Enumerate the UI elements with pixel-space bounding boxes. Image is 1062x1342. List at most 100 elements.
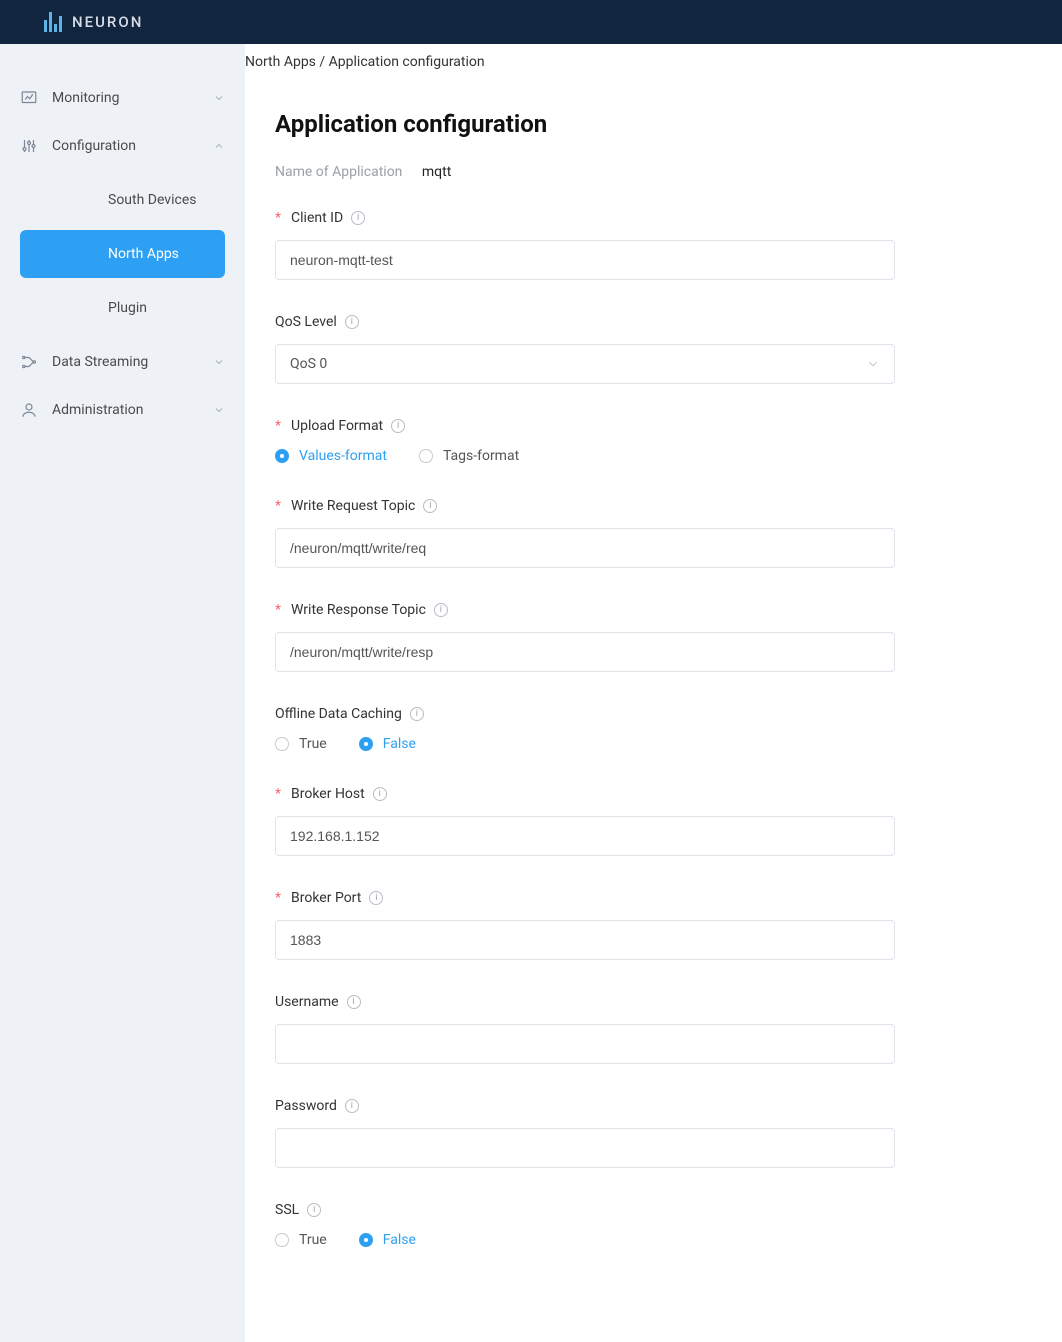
info-icon[interactable]: i [423, 499, 437, 513]
radio-label: Tags-format [443, 448, 519, 464]
sidebar-group-administration[interactable]: Administration [0, 386, 245, 434]
radio-icon [359, 737, 373, 751]
app-name-value: mqtt [422, 164, 451, 180]
sidebar-group-label: Data Streaming [52, 354, 148, 370]
write-request-input[interactable] [275, 528, 895, 568]
info-icon[interactable]: i [410, 707, 424, 721]
breadcrumb-separator: / [319, 54, 325, 70]
app-header: NEURON [0, 0, 1062, 44]
radio-label: True [299, 736, 327, 752]
radio-tags-format[interactable]: Tags-format [419, 448, 519, 464]
client-id-input[interactable] [275, 240, 895, 280]
field-label-text: Broker Port [291, 890, 361, 906]
sidebar: Monitoring Configuration South Devices N… [0, 44, 245, 1342]
field-client-id: * Client ID i [275, 210, 895, 280]
sidebar-item-label: North Apps [108, 246, 179, 262]
breadcrumb: North Apps / Application configuration [245, 44, 1062, 80]
field-label-text: Username [275, 994, 339, 1010]
logo-mark-icon [44, 12, 62, 32]
field-broker-port: * Broker Port i [275, 890, 895, 960]
radio-cache-true[interactable]: True [275, 736, 327, 752]
field-label-text: Upload Format [291, 418, 383, 434]
field-upload-format: * Upload Format i Values-format Tags-for… [275, 418, 895, 464]
info-icon[interactable]: i [434, 603, 448, 617]
content: North Apps / Application configuration A… [245, 44, 1062, 1342]
sidebar-item-plugin[interactable]: Plugin [20, 284, 225, 332]
required-mark: * [275, 602, 281, 618]
username-input[interactable] [275, 1024, 895, 1064]
radio-cache-false[interactable]: False [359, 736, 416, 752]
sidebar-item-label: South Devices [108, 192, 196, 208]
radio-label: True [299, 1232, 327, 1248]
chevron-down-icon [213, 356, 225, 368]
field-label-text: Client ID [291, 210, 343, 226]
breadcrumb-current: Application configuration [329, 54, 485, 70]
required-mark: * [275, 498, 281, 514]
field-ssl: SSL i True False [275, 1202, 895, 1248]
field-write-response-topic: * Write Response Topic i [275, 602, 895, 672]
radio-icon [419, 449, 433, 463]
chevron-down-icon [213, 92, 225, 104]
required-mark: * [275, 210, 281, 226]
info-icon[interactable]: i [345, 315, 359, 329]
info-icon[interactable]: i [351, 211, 365, 225]
app-name-label: Name of Application [275, 164, 402, 180]
user-icon [20, 401, 38, 419]
info-icon[interactable]: i [369, 891, 383, 905]
qos-select[interactable]: QoS 0 [275, 344, 895, 384]
field-offline-cache: Offline Data Caching i True False [275, 706, 895, 752]
select-value: QoS 0 [290, 356, 327, 372]
radio-icon [275, 737, 289, 751]
info-icon[interactable]: i [345, 1099, 359, 1113]
page-title: Application configuration [275, 110, 1032, 138]
radio-ssl-true[interactable]: True [275, 1232, 327, 1248]
field-label-text: Write Response Topic [291, 602, 426, 618]
info-icon[interactable]: i [347, 995, 361, 1009]
sidebar-item-label: Plugin [108, 300, 147, 316]
sidebar-group-monitoring[interactable]: Monitoring [0, 74, 245, 122]
field-qos: QoS Level i QoS 0 [275, 314, 895, 384]
sidebar-group-data-streaming[interactable]: Data Streaming [0, 338, 245, 386]
info-icon[interactable]: i [373, 787, 387, 801]
sidebar-group-label: Administration [52, 402, 143, 418]
app-name-row: Name of Application mqtt [275, 164, 1032, 180]
sidebar-group-label: Configuration [52, 138, 136, 154]
brand-logo[interactable]: NEURON [44, 12, 143, 32]
broker-host-input[interactable] [275, 816, 895, 856]
radio-values-format[interactable]: Values-format [275, 448, 387, 464]
write-response-input[interactable] [275, 632, 895, 672]
broker-port-input[interactable] [275, 920, 895, 960]
field-label-text: SSL [275, 1202, 299, 1218]
monitor-icon [20, 89, 38, 107]
radio-label: False [383, 1232, 416, 1248]
radio-ssl-false[interactable]: False [359, 1232, 416, 1248]
chevron-down-icon [866, 357, 880, 371]
field-label-text: Password [275, 1098, 337, 1114]
sidebar-group-configuration[interactable]: Configuration [0, 122, 245, 170]
sidebar-item-south-devices[interactable]: South Devices [20, 176, 225, 224]
brand-name: NEURON [72, 13, 143, 31]
field-password: Password i [275, 1098, 895, 1168]
sidebar-group-label: Monitoring [52, 90, 120, 106]
field-username: Username i [275, 994, 895, 1064]
field-label-text: Write Request Topic [291, 498, 415, 514]
password-input[interactable] [275, 1128, 895, 1168]
field-label-text: Offline Data Caching [275, 706, 402, 722]
chevron-up-icon [213, 140, 225, 152]
info-icon[interactable]: i [391, 419, 405, 433]
sidebar-item-north-apps[interactable]: North Apps [20, 230, 225, 278]
radio-icon [359, 1233, 373, 1247]
breadcrumb-root[interactable]: North Apps [245, 54, 316, 70]
field-label-text: QoS Level [275, 314, 337, 330]
radio-label: Values-format [299, 448, 387, 464]
radio-icon [275, 449, 289, 463]
chevron-down-icon [213, 404, 225, 416]
config-panel: Application configuration Name of Applic… [245, 80, 1062, 1342]
info-icon[interactable]: i [307, 1203, 321, 1217]
field-broker-host: * Broker Host i [275, 786, 895, 856]
radio-label: False [383, 736, 416, 752]
required-mark: * [275, 890, 281, 906]
field-write-request-topic: * Write Request Topic i [275, 498, 895, 568]
required-mark: * [275, 418, 281, 434]
sliders-icon [20, 137, 38, 155]
